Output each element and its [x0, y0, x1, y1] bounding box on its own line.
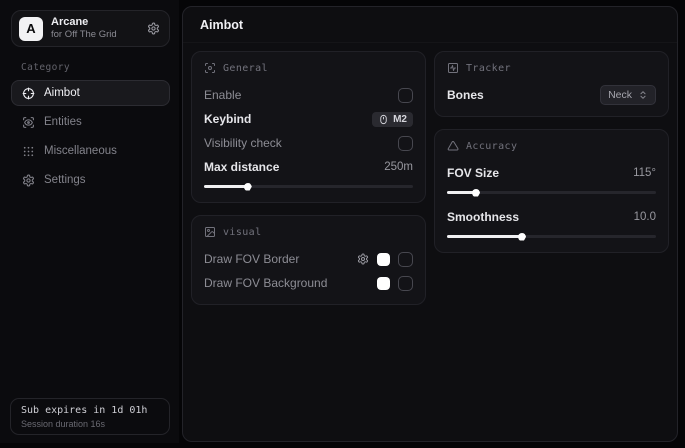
fov-size-slider[interactable] — [447, 191, 656, 194]
sidebar-item-label: Miscellaneous — [44, 145, 117, 157]
fov-background-label: Draw FOV Background — [204, 276, 327, 290]
sidebar-item-aimbot[interactable]: Aimbot — [11, 80, 170, 106]
max-distance-label: Max distance — [204, 160, 279, 174]
max-distance-row: Max distance 250m — [204, 156, 413, 178]
panel-title: Accuracy — [466, 141, 517, 152]
scan-eye-icon — [22, 116, 35, 129]
visibility-checkbox[interactable] — [398, 136, 413, 151]
slider-thumb[interactable] — [244, 183, 252, 191]
sidebar-item-label: Settings — [44, 174, 86, 186]
activity-icon — [447, 62, 459, 74]
app-subtitle: for Off The Grid — [51, 29, 117, 41]
panel-title: Tracker — [466, 63, 511, 74]
keybind-label: Keybind — [204, 112, 251, 126]
accuracy-panel: Accuracy FOV Size 115° Smoothness 10.0 — [434, 129, 669, 253]
sidebar-item-label: Aimbot — [44, 87, 80, 99]
visual-panel: visual Draw FOV Border Draw FOV Backgrou… — [191, 215, 426, 305]
fov-size-value: 115° — [633, 167, 656, 179]
panel-title: General — [223, 63, 268, 74]
smoothness-row: Smoothness 10.0 — [447, 206, 656, 228]
settings-gear-icon[interactable] — [147, 22, 160, 35]
focus-icon — [204, 62, 216, 74]
tracker-panel: Tracker Bones Neck — [434, 51, 669, 117]
app-logo: A — [19, 17, 43, 41]
keybind-button[interactable]: M2 — [372, 112, 413, 127]
grip-icon — [22, 145, 35, 158]
smoothness-slider[interactable] — [447, 235, 656, 238]
fov-size-label: FOV Size — [447, 166, 499, 180]
sidebar-item-label: Entities — [44, 116, 82, 128]
sub-expiry-text: Sub expires in 1d 01h — [21, 405, 159, 416]
main-panel: Aimbot General Enable Keybind — [182, 6, 678, 442]
bones-row: Bones Neck — [447, 84, 656, 106]
smoothness-value: 10.0 — [634, 211, 656, 223]
fov-border-gear-icon[interactable] — [357, 253, 369, 265]
bones-select[interactable]: Neck — [600, 85, 656, 105]
fov-background-color-swatch[interactable] — [377, 277, 390, 290]
slider-thumb[interactable] — [472, 189, 480, 197]
fov-border-row: Draw FOV Border — [204, 248, 413, 270]
fov-size-row: FOV Size 115° — [447, 162, 656, 184]
max-distance-slider[interactable] — [204, 185, 413, 188]
sidebar-item-entities[interactable]: Entities — [11, 109, 170, 135]
smoothness-label: Smoothness — [447, 210, 519, 224]
sidebar-item-settings[interactable]: Settings — [11, 167, 170, 193]
enable-label: Enable — [204, 88, 241, 102]
page-title: Aimbot — [200, 18, 243, 32]
slider-thumb[interactable] — [518, 233, 526, 241]
app-title: Arcane — [51, 16, 117, 30]
mouse-icon — [378, 114, 389, 125]
gear-icon — [22, 174, 35, 187]
visibility-row: Visibility check — [204, 132, 413, 154]
sidebar-item-miscellaneous[interactable]: Miscellaneous — [11, 138, 170, 164]
category-label: Category — [21, 62, 179, 73]
logo-card: A Arcane for Off The Grid — [11, 10, 170, 47]
sidebar-nav: Aimbot Entities Miscellaneous Settings — [0, 80, 179, 193]
chevrons-up-down-icon — [638, 90, 648, 100]
max-distance-value: 250m — [384, 161, 413, 173]
enable-checkbox[interactable] — [398, 88, 413, 103]
sidebar: A Arcane for Off The Grid Category Aimbo… — [0, 0, 179, 443]
enable-row: Enable — [204, 84, 413, 106]
keybind-value: M2 — [393, 114, 407, 125]
triangle-icon — [447, 140, 459, 152]
main-header: Aimbot — [183, 7, 677, 43]
visibility-label: Visibility check — [204, 136, 282, 150]
crosshair-icon — [22, 87, 35, 100]
fov-border-label: Draw FOV Border — [204, 252, 299, 266]
fov-background-checkbox[interactable] — [398, 276, 413, 291]
keybind-row: Keybind M2 — [204, 108, 413, 130]
bones-value: Neck — [608, 89, 632, 101]
fov-border-color-swatch[interactable] — [377, 253, 390, 266]
session-duration-text: Session duration 16s — [21, 419, 159, 429]
subscription-card: Sub expires in 1d 01h Session duration 1… — [10, 398, 170, 435]
bones-label: Bones — [447, 88, 484, 102]
general-panel: General Enable Keybind M2 V — [191, 51, 426, 203]
fov-background-row: Draw FOV Background — [204, 272, 413, 294]
fov-border-checkbox[interactable] — [398, 252, 413, 267]
image-icon — [204, 226, 216, 238]
panel-title: visual — [223, 227, 262, 238]
